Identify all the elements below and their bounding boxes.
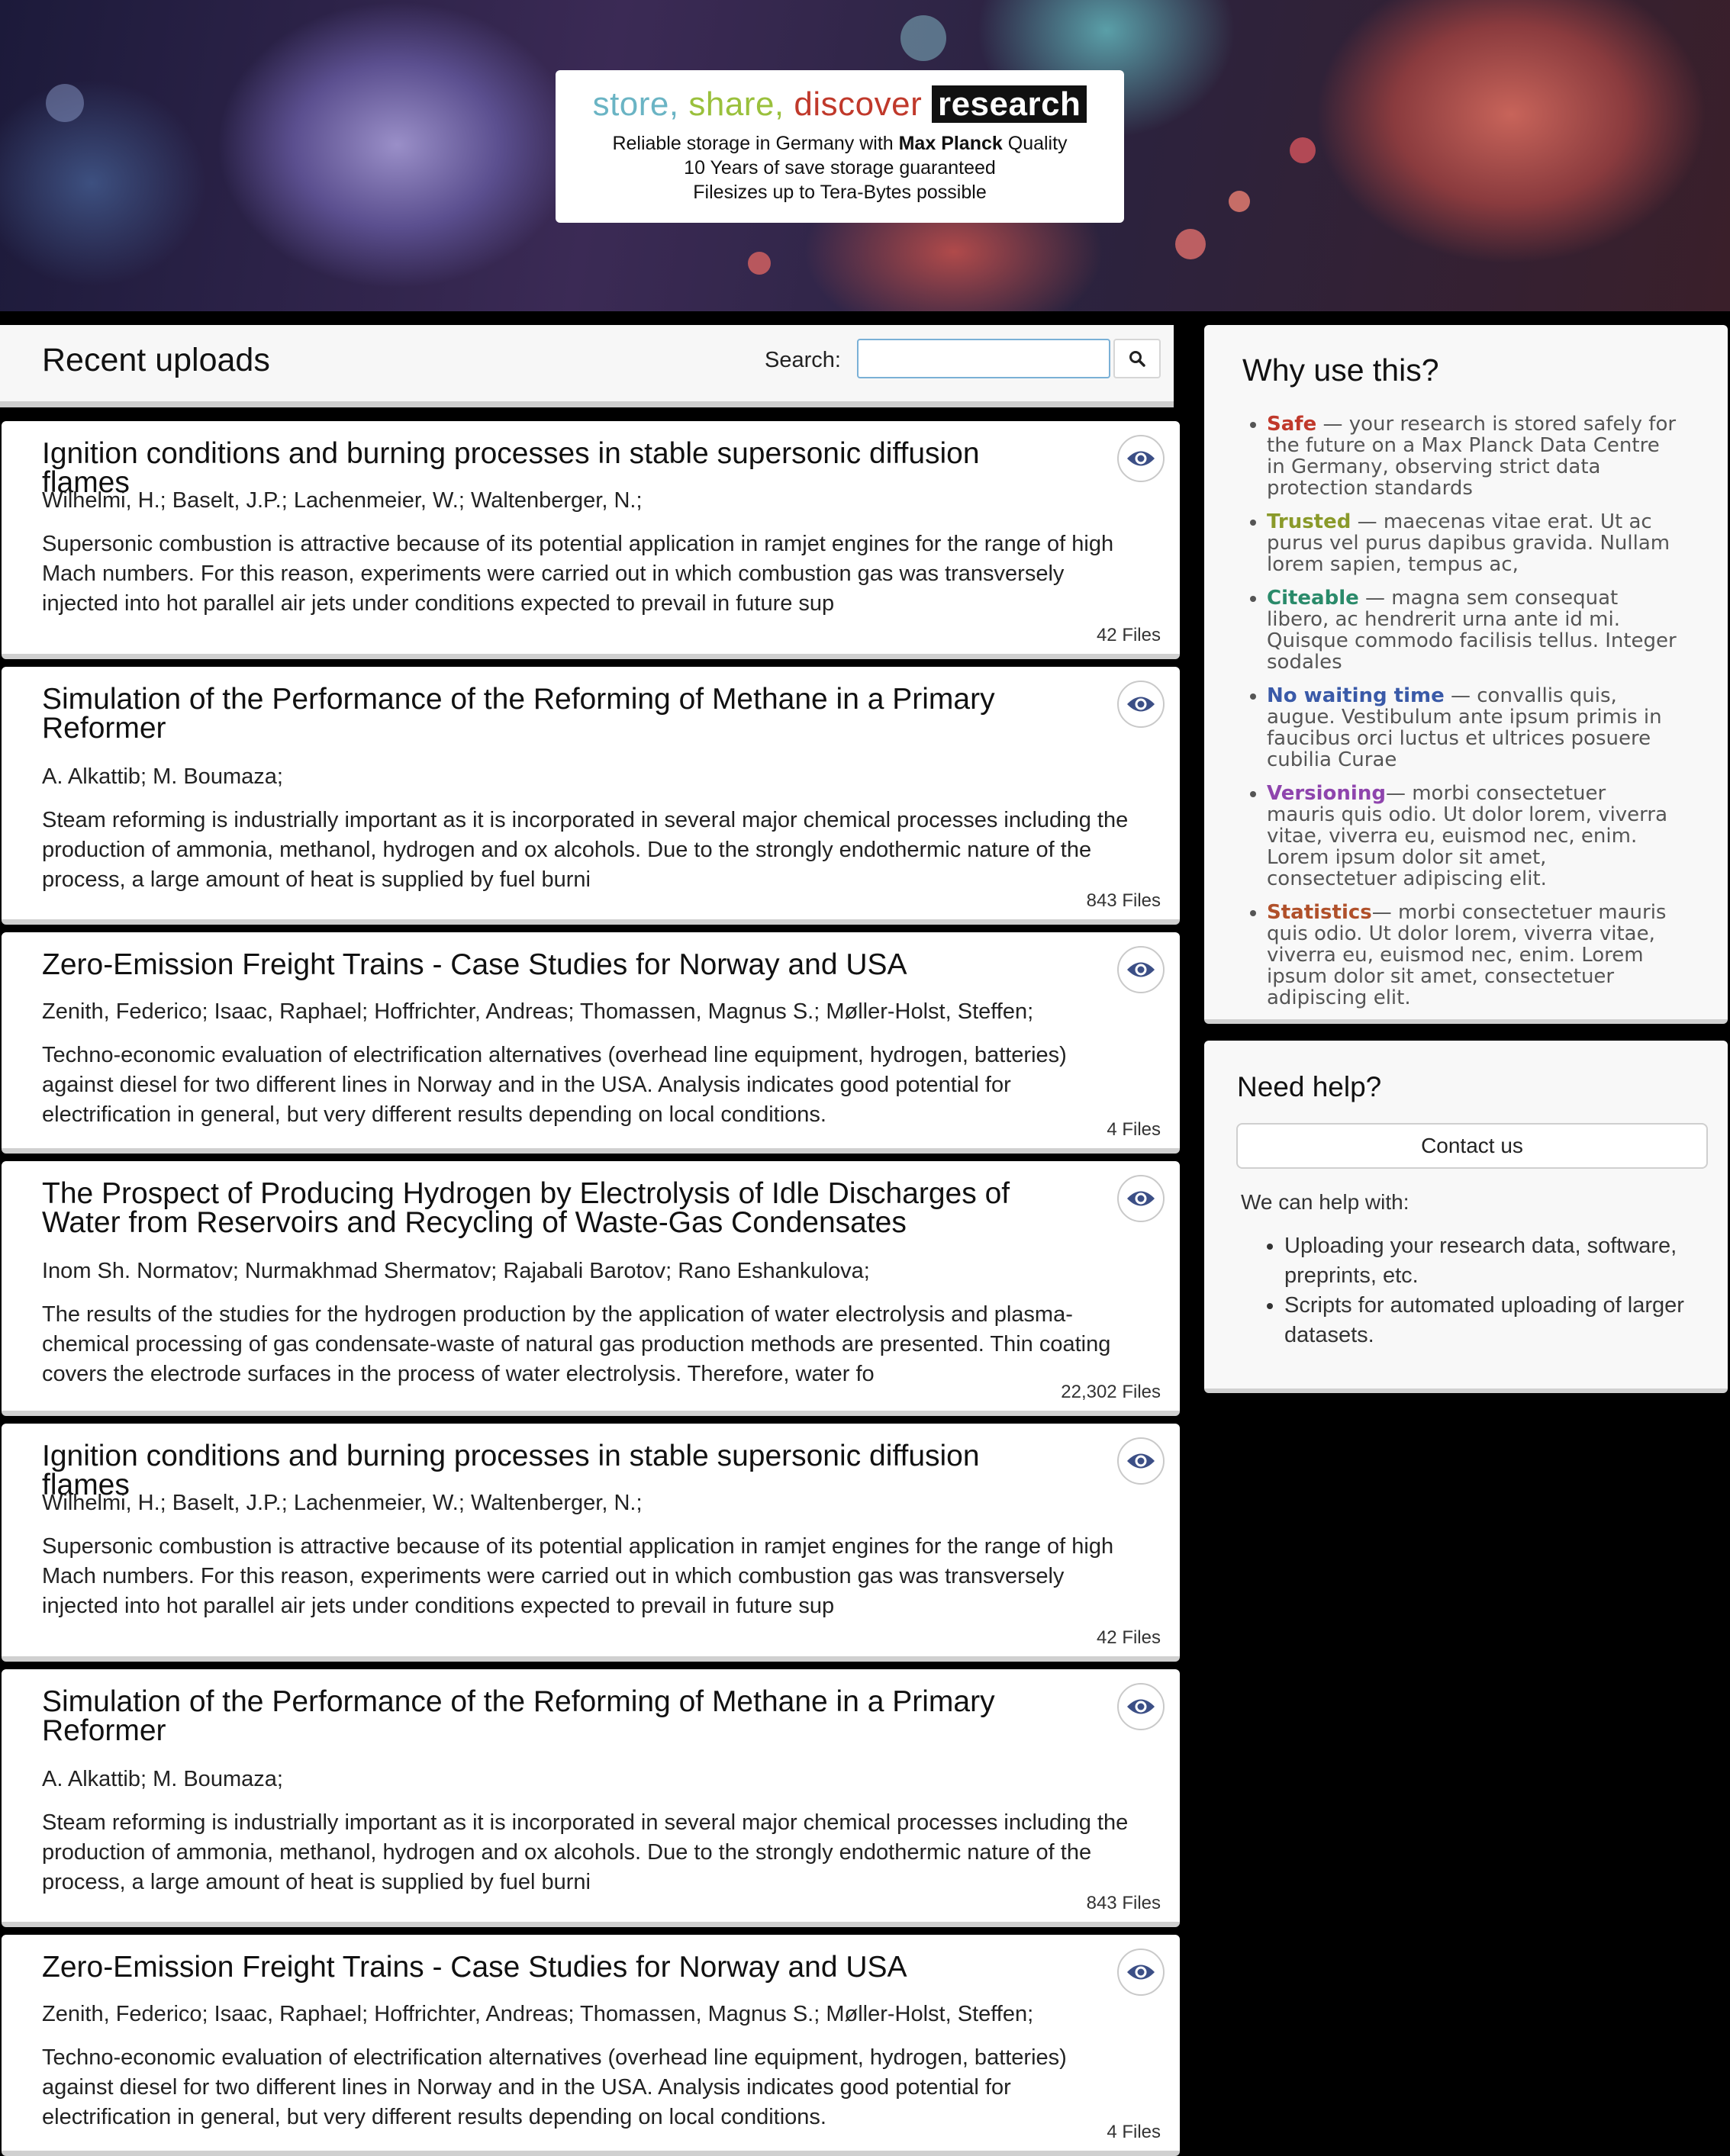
- why-item-key: Citeable: [1267, 587, 1359, 610]
- record-authors: Wilhelmi, H.; Baselt, J.P.; Lachenmeier,…: [42, 1491, 643, 1515]
- eye-icon: [1127, 962, 1155, 977]
- recent-uploads-title: Recent uploads: [42, 342, 270, 378]
- record-abstract: Steam reforming is industrially importan…: [42, 1810, 1129, 1894]
- view-record-button[interactable]: [1117, 1948, 1165, 1996]
- search-input[interactable]: [857, 339, 1110, 378]
- record-abstract: Supersonic combustion is attractive beca…: [42, 532, 1114, 616]
- eye-icon: [1127, 1965, 1155, 1980]
- banner-decoration: [900, 15, 946, 61]
- record-authors: Inom Sh. Normatov; Nurmakhmad Shermatov;…: [42, 1259, 870, 1283]
- view-record-button[interactable]: [1117, 946, 1165, 993]
- record-card[interactable]: Zero-Emission Freight Trains - Case Stud…: [2, 1935, 1180, 2156]
- record-file-count: 4 Files: [1107, 2122, 1161, 2142]
- record-authors: Zenith, Federico; Isaac, Raphael; Hoffri…: [42, 999, 1034, 1024]
- eye-icon: [1127, 1191, 1155, 1206]
- why-panel: Why use this? Safe — your research is st…: [1204, 325, 1728, 1024]
- record-authors: Wilhelmi, H.; Baselt, J.P.; Lachenmeier,…: [42, 488, 643, 513]
- record-file-count: 22,302 Files: [1061, 1382, 1161, 1402]
- why-item-key: Safe: [1267, 413, 1317, 436]
- record-card[interactable]: Ignition conditions and burning processe…: [2, 1424, 1180, 1662]
- help-panel: Need help? Contact us We can help with: …: [1204, 1041, 1728, 1393]
- hero-banner: store, share, discover research Reliable…: [0, 0, 1730, 311]
- banner-line-years: 10 Years of save storage guaranteed: [684, 157, 996, 179]
- record-title[interactable]: Simulation of the Performance of the Ref…: [42, 684, 1042, 743]
- why-item-text: — your research is stored safely for the…: [1267, 413, 1677, 500]
- why-item: No waiting time — convallis quis, augue.…: [1267, 685, 1679, 771]
- eye-icon: [1127, 697, 1155, 712]
- record-abstract: Supersonic combustion is attractive beca…: [42, 1534, 1114, 1618]
- record-card[interactable]: Zero-Emission Freight Trains - Case Stud…: [2, 932, 1180, 1154]
- tagline-discover: discover: [794, 85, 923, 123]
- record-file-count: 4 Files: [1107, 1119, 1161, 1140]
- record-abstract: Techno-economic evaluation of electrific…: [42, 2045, 1067, 2129]
- record-authors: A. Alkattib; M. Boumaza;: [42, 1767, 283, 1791]
- banner-line-quality-bold: Max Planck: [898, 133, 1003, 154]
- help-item: Uploading your research data, software, …: [1284, 1231, 1712, 1291]
- why-item-key: Trusted: [1267, 510, 1351, 533]
- record-card[interactable]: Simulation of the Performance of the Ref…: [2, 667, 1180, 925]
- banner-line-quality-post: Quality: [1002, 133, 1068, 154]
- view-record-button[interactable]: [1117, 681, 1165, 728]
- eye-icon: [1127, 451, 1155, 466]
- tagline-research: research: [931, 85, 1087, 123]
- tagline: store, share, discover research: [556, 85, 1124, 124]
- help-list: Uploading your research data, software, …: [1261, 1231, 1712, 1350]
- record-card[interactable]: Simulation of the Performance of the Ref…: [2, 1669, 1180, 1927]
- record-authors: A. Alkattib; M. Boumaza;: [42, 764, 283, 789]
- record-card[interactable]: Ignition conditions and burning processe…: [2, 421, 1180, 659]
- record-title[interactable]: The Prospect of Producing Hydrogen by El…: [42, 1179, 1042, 1237]
- why-item-key: Statistics: [1267, 901, 1372, 924]
- record-abstract: The results of the studies for the hydro…: [42, 1302, 1111, 1386]
- why-list: Safe — your research is stored safely fo…: [1250, 414, 1679, 1021]
- record-title[interactable]: Zero-Emission Freight Trains - Case Stud…: [42, 950, 1042, 980]
- view-record-button[interactable]: [1117, 1175, 1165, 1222]
- tagline-store: store,: [592, 85, 679, 123]
- view-record-button[interactable]: [1117, 435, 1165, 482]
- why-item: Statistics— morbi consectetuer mauris qu…: [1267, 902, 1679, 1009]
- record-file-count: 42 Files: [1096, 1627, 1161, 1648]
- search-label: Search:: [765, 348, 841, 372]
- record-card[interactable]: The Prospect of Producing Hydrogen by El…: [2, 1161, 1180, 1416]
- record-authors: Zenith, Federico; Isaac, Raphael; Hoffri…: [42, 2002, 1034, 2026]
- record-abstract: Techno-economic evaluation of electrific…: [42, 1043, 1067, 1127]
- record-file-count: 843 Files: [1086, 1893, 1161, 1913]
- banner-decoration: [1175, 229, 1206, 259]
- record-file-count: 42 Files: [1096, 625, 1161, 645]
- help-title: Need help?: [1237, 1071, 1382, 1102]
- banner-card: store, share, discover research Reliable…: [556, 70, 1124, 223]
- tagline-share: share,: [688, 85, 784, 123]
- eye-icon: [1127, 1453, 1155, 1469]
- contact-us-button[interactable]: Contact us: [1236, 1123, 1708, 1169]
- banner-line-quality: Reliable storage in Germany with Max Pla…: [556, 131, 1124, 156]
- view-record-button[interactable]: [1117, 1437, 1165, 1485]
- why-item: Safe — your research is stored safely fo…: [1267, 414, 1679, 499]
- help-item: Scripts for automated uploading of large…: [1284, 1291, 1712, 1350]
- record-file-count: 843 Files: [1086, 890, 1161, 911]
- recent-uploads-header: Recent uploads Search:: [0, 325, 1174, 407]
- help-intro: We can help with:: [1241, 1190, 1409, 1214]
- record-abstract: Steam reforming is industrially importan…: [42, 808, 1129, 892]
- search-icon: [1129, 351, 1145, 367]
- banner-decoration: [1290, 137, 1316, 163]
- eye-icon: [1127, 1699, 1155, 1714]
- why-item: Trusted — maecenas vitae erat. Ut ac pur…: [1267, 511, 1679, 575]
- why-title: Why use this?: [1242, 352, 1439, 388]
- record-title[interactable]: Zero-Emission Freight Trains - Case Stud…: [42, 1952, 1042, 1982]
- view-record-button[interactable]: [1117, 1683, 1165, 1730]
- why-item-key: No waiting time: [1267, 684, 1445, 707]
- why-item: Citeable — magna sem consequat libero, a…: [1267, 587, 1679, 673]
- why-item: Versioning— morbi consectetuer mauris qu…: [1267, 783, 1679, 890]
- banner-line-filesize: Filesizes up to Tera-Bytes possible: [693, 182, 987, 203]
- why-item-key: Versioning: [1267, 782, 1386, 805]
- search-button[interactable]: [1113, 339, 1161, 378]
- record-title[interactable]: Simulation of the Performance of the Ref…: [42, 1687, 1042, 1746]
- banner-decoration: [46, 84, 84, 122]
- banner-decoration: [748, 252, 771, 275]
- banner-decoration: [1229, 191, 1250, 212]
- banner-line-quality-pre: Reliable storage in Germany with: [612, 133, 899, 154]
